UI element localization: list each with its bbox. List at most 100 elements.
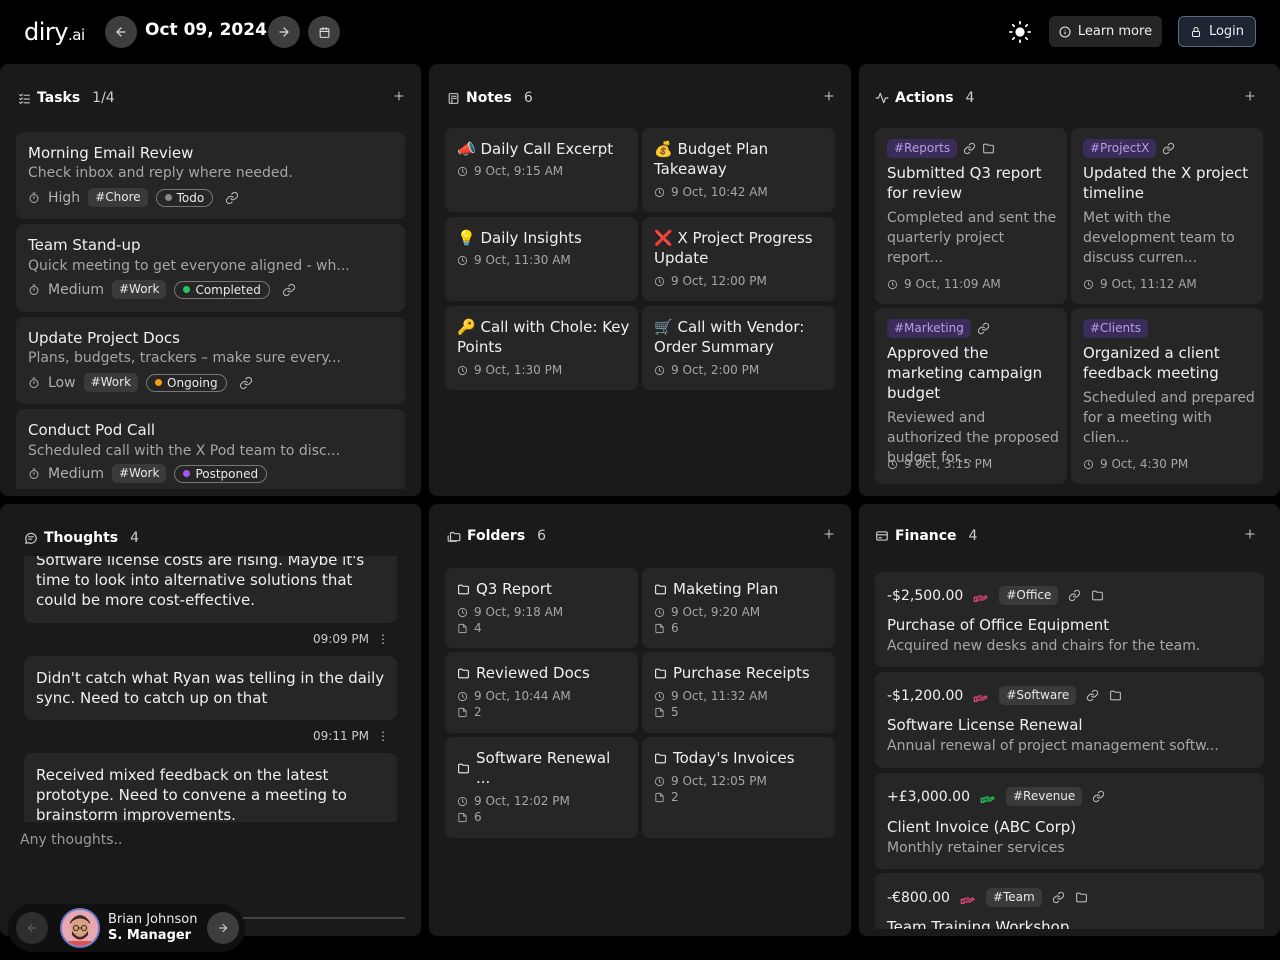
link-icon[interactable] — [977, 322, 990, 335]
clock-icon — [457, 166, 468, 176]
checklist-icon — [19, 93, 30, 104]
thoughts-list[interactable]: Software license costs are rising. Maybe… — [0, 556, 421, 822]
more-icon[interactable]: ⋮ — [377, 632, 389, 646]
action-time: 9 Oct, 4:30 PM — [1083, 457, 1188, 471]
file-icon — [458, 707, 467, 717]
add-folder-button[interactable] — [823, 528, 835, 540]
action-tag[interactable]: #ProjectX — [1083, 139, 1157, 158]
app-logo[interactable]: diry.ai — [24, 18, 85, 46]
link-icon[interactable] — [225, 191, 239, 205]
thought-time: 09:11 PM ⋮ — [313, 729, 389, 743]
action-card[interactable]: #Reports Submitted Q3 report for review … — [875, 128, 1067, 304]
folder-card[interactable]: Today's Invoices 9 Oct, 12:05 PM 2 — [642, 737, 835, 838]
note-card[interactable]: ❌ X Project Progress Update 9 Oct, 12:00… — [642, 217, 835, 301]
link-icon[interactable] — [1162, 142, 1175, 155]
link-icon[interactable] — [282, 283, 296, 297]
finance-card[interactable]: -$2,500.00 #Office Purchase of Office Eq… — [875, 572, 1264, 667]
expense-hand-icon — [973, 594, 988, 602]
notes-panel: Notes 6 📣 Daily Call Excerpt 9 Oct, 9:15… — [429, 64, 851, 496]
finance-card[interactable]: +£3,000.00 #Revenue Client Invoice (ABC … — [875, 773, 1264, 869]
task-description: Scheduled call with the X Pod team to di… — [28, 443, 341, 459]
add-note-button[interactable] — [823, 90, 835, 102]
folder-card[interactable]: Reviewed Docs 9 Oct, 10:44 AM 2 — [445, 652, 638, 733]
action-tag[interactable]: #Marketing — [887, 319, 971, 338]
thought-bubble[interactable]: Didn't catch what Ryan was telling in th… — [24, 656, 397, 720]
link-icon[interactable] — [239, 376, 253, 390]
task-card[interactable]: Team Stand-up Quick meeting to get every… — [16, 224, 405, 312]
task-tag[interactable]: #Chore — [88, 188, 148, 207]
folder-card[interactable]: Purchase Receipts 9 Oct, 11:32 AM 5 — [642, 652, 835, 733]
plus-icon — [824, 91, 834, 101]
folder-name: Maketing Plan — [673, 580, 779, 598]
finance-tag[interactable]: #Revenue — [1005, 787, 1083, 806]
task-status[interactable]: Postponed — [174, 464, 268, 483]
task-tag[interactable]: #Work — [111, 280, 167, 299]
calendar-button[interactable] — [308, 16, 340, 48]
action-tag[interactable]: #Clients — [1083, 319, 1149, 338]
folder-file-count: 6 — [654, 621, 679, 635]
prev-day-button[interactable] — [105, 16, 137, 48]
learn-more-button[interactable]: Learn more — [1049, 16, 1162, 47]
link-icon[interactable] — [963, 142, 976, 155]
finance-tag[interactable]: #Office — [999, 586, 1059, 605]
note-card[interactable]: 🔑 Call with Chole: Key Points 9 Oct, 1:3… — [445, 306, 638, 390]
folder-card[interactable]: Maketing Plan 9 Oct, 9:20 AM 6 — [642, 568, 835, 648]
next-user-button[interactable] — [207, 912, 239, 944]
task-status[interactable]: Completed — [174, 280, 270, 299]
sun-icon — [1009, 21, 1031, 43]
task-priority: Medium — [48, 281, 104, 298]
wallet-icon — [876, 531, 888, 541]
action-card[interactable]: #Clients Organized a client feedback mee… — [1071, 308, 1263, 484]
folder-icon[interactable] — [1109, 689, 1122, 702]
note-card[interactable]: 💰 Budget Plan Takeaway 9 Oct, 10:42 AM — [642, 128, 835, 212]
link-icon[interactable] — [1068, 589, 1081, 602]
task-status[interactable]: Todo — [155, 188, 214, 207]
folder-card[interactable]: Software Renewal ... 9 Oct, 12:02 PM 6 — [445, 737, 638, 838]
finance-tag[interactable]: #Software — [999, 686, 1077, 705]
folder-icon[interactable] — [1091, 589, 1104, 602]
finance-tag[interactable]: #Team — [985, 888, 1042, 907]
prev-user-button[interactable] — [16, 912, 48, 944]
link-icon[interactable] — [1086, 689, 1099, 702]
add-finance-button[interactable] — [1244, 528, 1256, 540]
folder-icon[interactable] — [982, 142, 995, 155]
task-tag[interactable]: #Work — [83, 373, 139, 392]
note-emoji: 💰 — [654, 140, 673, 158]
avatar[interactable] — [60, 908, 100, 948]
folder-icon[interactable] — [1075, 891, 1088, 904]
folder-time: 9 Oct, 11:32 AM — [654, 689, 768, 703]
theme-toggle[interactable] — [1009, 21, 1031, 43]
add-action-button[interactable] — [1244, 90, 1256, 102]
note-card[interactable]: 💡 Daily Insights 9 Oct, 11:30 AM — [445, 217, 638, 301]
link-icon[interactable] — [1052, 891, 1065, 904]
file-icon — [655, 707, 664, 717]
task-card[interactable]: Update Project Docs Plans, budgets, trac… — [16, 317, 405, 404]
action-card[interactable]: #ProjectX Updated the X project timeline… — [1071, 128, 1263, 304]
task-status[interactable]: Ongoing — [146, 373, 227, 392]
thought-bubble[interactable]: Software license costs are rising. Maybe… — [24, 556, 397, 623]
task-priority: Medium — [48, 465, 104, 482]
clock-icon — [654, 776, 665, 786]
task-tag[interactable]: #Work — [111, 464, 167, 483]
finance-card[interactable]: -$1,200.00 #Software Software License Re… — [875, 672, 1264, 768]
tasks-count: 1/4 — [92, 90, 115, 106]
folder-card[interactable]: Q3 Report 9 Oct, 9:18 AM 4 — [445, 568, 638, 648]
add-task-button[interactable] — [393, 90, 405, 102]
note-card[interactable]: 🛒 Call with Vendor: Order Summary 9 Oct,… — [642, 306, 835, 390]
login-button[interactable]: Login — [1178, 16, 1256, 47]
more-icon[interactable]: ⋮ — [377, 729, 389, 743]
finance-title: Client Invoice (ABC Corp) — [887, 818, 1077, 836]
finance-card[interactable]: -€800.00 #Team Team Training Workshop — [875, 873, 1264, 929]
task-card[interactable]: Morning Email Review Check inbox and rep… — [16, 132, 405, 219]
action-tag[interactable]: #Reports — [887, 139, 958, 158]
task-card[interactable]: Conduct Pod Call Scheduled call with the… — [16, 409, 405, 489]
action-card[interactable]: #Marketing Approved the marketing campai… — [875, 308, 1067, 484]
next-day-button[interactable] — [268, 16, 300, 48]
link-icon[interactable] — [1092, 790, 1105, 803]
finance-panel: Finance 4 -$2,500.00 #Office Purchase of… — [859, 504, 1280, 936]
folder-icon — [655, 668, 666, 678]
thought-bubble[interactable]: Received mixed feedback on the latest pr… — [24, 753, 397, 822]
note-card[interactable]: 📣 Daily Call Excerpt 9 Oct, 9:15 AM — [445, 128, 638, 212]
thought-input[interactable]: Any thoughts.. — [20, 832, 122, 848]
folder-icon — [655, 584, 666, 594]
